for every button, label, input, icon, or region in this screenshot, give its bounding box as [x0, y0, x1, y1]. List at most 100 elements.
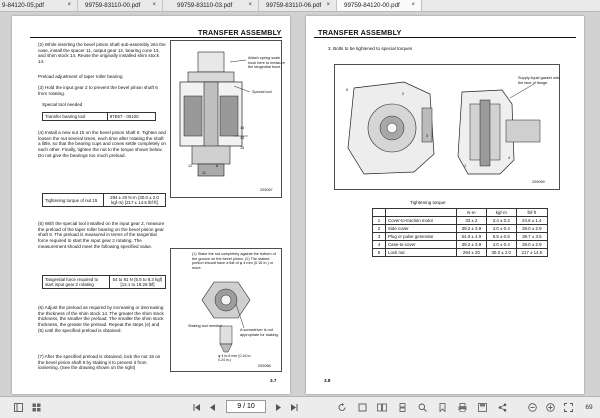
table-row: 1 Cover-to-traction motor 33 ± 2 3.4 ± 0…: [372, 216, 549, 225]
step-3-text: 3. Bolts to be tightened to special torq…: [328, 46, 413, 51]
document-viewer[interactable]: TRANSFER ASSEMBLY (2) While inserting th…: [0, 12, 600, 396]
fullscreen-icon[interactable]: [562, 402, 574, 413]
table-row: 3 Plug or pulse generator 54.0 ± 4.9 5.5…: [372, 232, 549, 241]
table-cell: 5: [372, 248, 386, 257]
table-title: Tightening torque: [410, 200, 446, 205]
figure-id: 209068: [258, 364, 271, 368]
table-cell: 4.0 ± 0.4: [485, 240, 517, 249]
part-number: 11: [202, 171, 206, 175]
table-row: 4 Case-to-cover 39.2 ± 3.9 4.0 ± 0.4 29.…: [372, 240, 549, 249]
step-6-text: (6) Adjust the preload as required by in…: [38, 305, 164, 333]
table-cell: 30.0 ± 2.0: [485, 248, 517, 257]
close-icon[interactable]: ×: [248, 0, 252, 11]
table-cell: 2: [372, 224, 386, 233]
torque-table: N·m kgf·m lbf·ft 1 Cover-to-traction mot…: [372, 208, 549, 257]
figure-id: 209067: [260, 188, 273, 192]
table-cell: 54.0 ± 4.9: [456, 232, 487, 241]
tab-3[interactable]: 99759-83110-03.pdf ×: [163, 0, 259, 11]
step-4-text: (4) Install a new nut 15 on the bevel pi…: [38, 130, 166, 158]
torque-table: Tightening torque of nut 15 294 ± 20 N·m …: [42, 193, 166, 207]
table-cell: Side cover: [385, 224, 457, 233]
page-number-input[interactable]: 9 / 10: [226, 400, 266, 413]
table-header: [372, 208, 386, 217]
part-number: 6: [216, 164, 219, 168]
figure-callout: Attach spring scale hook here to measure…: [248, 56, 285, 69]
figure-id: 209069: [532, 180, 545, 184]
part-number: 5: [346, 88, 349, 92]
table-cell: 33 ± 2: [456, 216, 487, 225]
scroll-mode-icon[interactable]: [396, 402, 408, 413]
save-icon[interactable]: [476, 402, 488, 413]
special-tool-label: Special tool needed: [42, 102, 83, 107]
table-cell: 29.0 ± 2.9: [515, 224, 549, 233]
part-number: 13: [240, 136, 245, 140]
two-page-icon[interactable]: [376, 402, 388, 413]
tool-table: Transfer bearing tool 97E67 - 00100: [42, 112, 157, 121]
tab-label: 9-84120-05.pdf: [2, 2, 44, 9]
table-row: 5 Lock nut 294 ± 20 30.0 ± 2.0 217 ± 14.…: [372, 248, 549, 257]
table-cell: 24.6 ± 1.4: [515, 216, 549, 225]
search-icon[interactable]: [416, 402, 428, 413]
close-icon[interactable]: ×: [326, 0, 330, 11]
header-rule: [314, 37, 576, 39]
fit-page-icon[interactable]: [356, 402, 368, 413]
figure-callout: Supply liquid gasket onto the face of fl…: [518, 76, 561, 85]
share-icon[interactable]: [496, 402, 508, 413]
zoom-level[interactable]: 69: [580, 402, 598, 413]
figure-callout: Special tool: [252, 90, 272, 94]
table-cell: 39.7 ± 3.6: [515, 232, 549, 241]
table-cell: 39.2 ± 3.9: [456, 224, 487, 233]
close-icon[interactable]: ×: [411, 0, 415, 11]
torque-value: 294 ± 20 N·m (30.0 ± 2.0 kgf·m) [217 ± 1…: [103, 193, 166, 207]
page-header: TRANSFER ASSEMBLY: [318, 28, 402, 37]
part-number: 3: [426, 134, 429, 138]
page-left: TRANSFER ASSEMBLY (2) While inserting th…: [12, 16, 290, 394]
zoom-in-icon[interactable]: [544, 402, 556, 413]
force-label: Tangential force required to start input…: [42, 275, 110, 289]
tab-4[interactable]: 99759-83110-06.pdf ×: [259, 0, 337, 11]
tab-1[interactable]: 9-84120-05.pdf ×: [0, 0, 78, 11]
last-page-icon[interactable]: [288, 402, 300, 413]
page-header: TRANSFER ASSEMBLY: [198, 28, 282, 37]
part-number: 2: [402, 92, 405, 96]
sidebar-toggle-icon[interactable]: [12, 402, 24, 413]
part-number: 12: [188, 164, 193, 168]
tab-label: 99759-83110-06.pdf: [266, 2, 322, 9]
table-cell: 29.0 ± 2.9: [515, 240, 549, 249]
thumbnails-icon[interactable]: [30, 402, 42, 413]
table-header: lbf·ft: [515, 208, 549, 217]
first-page-icon[interactable]: [190, 402, 202, 413]
tab-bar: 9-84120-05.pdf × 99759-83110-00.pdf × 9975…: [0, 0, 600, 12]
tool-name: Transfer bearing tool: [42, 112, 108, 121]
table-header: N·m: [456, 208, 487, 217]
current-page: 9: [237, 403, 242, 410]
table-cell: 294 ± 20: [456, 248, 487, 257]
step-7-text: (7) After the specified preload is obtai…: [38, 354, 161, 371]
preload-title: Preload adjustment of taper roller beari…: [38, 74, 123, 79]
staking-dimension: φ 4 to 6 mm (0.16 to 0.24 in.): [218, 354, 251, 363]
viewer-toolbar: 9 / 10 69: [0, 396, 600, 418]
page-separator: /: [243, 403, 246, 410]
table-cell: 3: [372, 232, 386, 241]
part-number: 15: [240, 146, 245, 150]
screwdriver-note: A screwdriver is not appropriate for sta…: [240, 328, 279, 337]
table-header: [385, 208, 457, 217]
close-icon[interactable]: ×: [152, 0, 156, 11]
part-number: 4: [508, 156, 511, 160]
rotate-icon[interactable]: [336, 402, 348, 413]
torque-label: Tightening torque of nut 15: [42, 193, 104, 207]
tab-5-active[interactable]: 99759-84120-00.pdf ×: [337, 0, 422, 11]
next-page-icon[interactable]: [272, 402, 284, 413]
table-cell: Lock nut: [385, 248, 457, 257]
bookmark-icon[interactable]: [436, 402, 448, 413]
table-cell: Cover-to-traction motor: [385, 216, 457, 225]
header-rule: [30, 37, 282, 39]
zoom-out-icon[interactable]: [526, 402, 538, 413]
print-icon[interactable]: [456, 402, 468, 413]
table-row: 2 Side cover 39.2 ± 3.9 4.0 ± 0.4 29.0 ±…: [372, 224, 549, 233]
close-icon[interactable]: ×: [67, 0, 71, 11]
tab-2[interactable]: 99759-83110-00.pdf ×: [78, 0, 163, 11]
previous-page-icon[interactable]: [206, 402, 218, 413]
table-cell: 4: [372, 240, 386, 249]
part-number: 14: [240, 126, 245, 130]
